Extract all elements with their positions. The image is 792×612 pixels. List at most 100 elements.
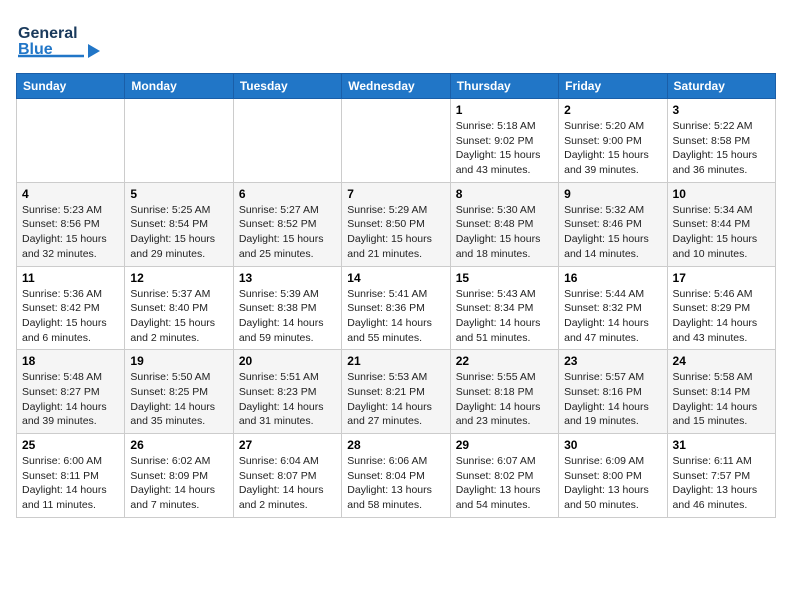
day-number: 11 [22,271,119,285]
day-info: Sunrise: 5:50 AM Sunset: 8:25 PM Dayligh… [130,370,227,429]
day-cell: 19 Sunrise: 5:50 AM Sunset: 8:25 PM Dayli… [125,350,233,434]
day-cell: 16Sunrise: 5:44 AM Sunset: 8:32 PM Dayli… [559,266,667,350]
day-number: 31 [673,438,770,452]
day-number: 19 [130,354,227,368]
day-cell: 9 Sunrise: 5:32 AM Sunset: 8:46 PM Daylig… [559,182,667,266]
header-cell-monday: Monday [125,74,233,99]
calendar-body: 1 Sunrise: 5:18 AM Sunset: 9:02 PM Daylig… [17,99,776,518]
day-info: Sunrise: 5:32 AM Sunset: 8:46 PM Dayligh… [564,203,661,262]
day-cell: 20 Sunrise: 5:51 AM Sunset: 8:23 PM Dayli… [233,350,341,434]
day-info: Sunrise: 6:02 AM Sunset: 8:09 PM Dayligh… [130,454,227,513]
day-number: 21 [347,354,444,368]
day-cell: 24 Sunrise: 5:58 AM Sunset: 8:14 PM Dayli… [667,350,775,434]
day-number: 4 [22,187,119,201]
week-row-4: 18 Sunrise: 5:48 AM Sunset: 8:27 PM Dayli… [17,350,776,434]
day-number: 15 [456,271,553,285]
header-row: SundayMondayTuesdayWednesdayThursdayFrid… [17,74,776,99]
week-row-5: 25 Sunrise: 6:00 AM Sunset: 8:11 PM Dayli… [17,434,776,518]
calendar-table: SundayMondayTuesdayWednesdayThursdayFrid… [16,73,776,518]
day-info: Sunrise: 5:43 AM Sunset: 8:34 PM Dayligh… [456,287,553,346]
day-number: 20 [239,354,336,368]
day-cell: 30 Sunrise: 6:09 AM Sunset: 8:00 PM Dayli… [559,434,667,518]
day-cell: 23 Sunrise: 5:57 AM Sunset: 8:16 PM Dayli… [559,350,667,434]
day-info: Sunrise: 6:06 AM Sunset: 8:04 PM Dayligh… [347,454,444,513]
header-cell-saturday: Saturday [667,74,775,99]
header-cell-thursday: Thursday [450,74,558,99]
day-number: 13 [239,271,336,285]
svg-text:General: General [18,25,78,42]
day-cell: 7 Sunrise: 5:29 AM Sunset: 8:50 PM Daylig… [342,182,450,266]
day-info: Sunrise: 5:51 AM Sunset: 8:23 PM Dayligh… [239,370,336,429]
calendar-header: SundayMondayTuesdayWednesdayThursdayFrid… [17,74,776,99]
day-cell: 27 Sunrise: 6:04 AM Sunset: 8:07 PM Dayli… [233,434,341,518]
day-info: Sunrise: 6:11 AM Sunset: 7:57 PM Dayligh… [673,454,770,513]
logo-svg: General Blue [16,16,106,60]
day-number: 23 [564,354,661,368]
day-cell: 21Sunrise: 5:53 AM Sunset: 8:21 PM Dayli… [342,350,450,434]
day-info: Sunrise: 5:25 AM Sunset: 8:54 PM Dayligh… [130,203,227,262]
day-number: 30 [564,438,661,452]
day-info: Sunrise: 6:04 AM Sunset: 8:07 PM Dayligh… [239,454,336,513]
day-cell: 28 Sunrise: 6:06 AM Sunset: 8:04 PM Dayli… [342,434,450,518]
day-cell: 6 Sunrise: 5:27 AM Sunset: 8:52 PM Daylig… [233,182,341,266]
day-number: 1 [456,103,553,117]
day-cell: 5 Sunrise: 5:25 AM Sunset: 8:54 PM Daylig… [125,182,233,266]
day-number: 2 [564,103,661,117]
day-number: 7 [347,187,444,201]
day-cell: 12 Sunrise: 5:37 AM Sunset: 8:40 PM Dayli… [125,266,233,350]
day-info: Sunrise: 5:48 AM Sunset: 8:27 PM Dayligh… [22,370,119,429]
day-cell [125,99,233,183]
week-row-2: 4 Sunrise: 5:23 AM Sunset: 8:56 PM Daylig… [17,182,776,266]
day-info: Sunrise: 5:23 AM Sunset: 8:56 PM Dayligh… [22,203,119,262]
page-header: General Blue [16,16,776,65]
day-info: Sunrise: 6:09 AM Sunset: 8:00 PM Dayligh… [564,454,661,513]
day-cell: 25 Sunrise: 6:00 AM Sunset: 8:11 PM Dayli… [17,434,125,518]
day-number: 14 [347,271,444,285]
day-cell: 29Sunrise: 6:07 AM Sunset: 8:02 PM Dayli… [450,434,558,518]
day-number: 6 [239,187,336,201]
day-cell: 4 Sunrise: 5:23 AM Sunset: 8:56 PM Daylig… [17,182,125,266]
day-number: 12 [130,271,227,285]
day-info: Sunrise: 5:37 AM Sunset: 8:40 PM Dayligh… [130,287,227,346]
day-number: 27 [239,438,336,452]
day-cell [17,99,125,183]
day-info: Sunrise: 5:41 AM Sunset: 8:36 PM Dayligh… [347,287,444,346]
day-number: 26 [130,438,227,452]
day-info: Sunrise: 5:44 AM Sunset: 8:32 PM Dayligh… [564,287,661,346]
day-cell: 1 Sunrise: 5:18 AM Sunset: 9:02 PM Daylig… [450,99,558,183]
header-cell-wednesday: Wednesday [342,74,450,99]
day-number: 29 [456,438,553,452]
day-number: 8 [456,187,553,201]
day-info: Sunrise: 5:20 AM Sunset: 9:00 PM Dayligh… [564,119,661,178]
day-number: 9 [564,187,661,201]
day-info: Sunrise: 5:27 AM Sunset: 8:52 PM Dayligh… [239,203,336,262]
header-cell-tuesday: Tuesday [233,74,341,99]
day-info: Sunrise: 5:18 AM Sunset: 9:02 PM Dayligh… [456,119,553,178]
day-number: 3 [673,103,770,117]
logo: General Blue [16,16,106,65]
header-cell-friday: Friday [559,74,667,99]
day-number: 28 [347,438,444,452]
day-info: Sunrise: 5:30 AM Sunset: 8:48 PM Dayligh… [456,203,553,262]
day-info: Sunrise: 5:46 AM Sunset: 8:29 PM Dayligh… [673,287,770,346]
day-number: 5 [130,187,227,201]
day-cell: 18 Sunrise: 5:48 AM Sunset: 8:27 PM Dayli… [17,350,125,434]
day-cell: 17 Sunrise: 5:46 AM Sunset: 8:29 PM Dayli… [667,266,775,350]
day-cell: 14 Sunrise: 5:41 AM Sunset: 8:36 PM Dayli… [342,266,450,350]
day-number: 24 [673,354,770,368]
day-cell [233,99,341,183]
day-number: 17 [673,271,770,285]
day-info: Sunrise: 5:58 AM Sunset: 8:14 PM Dayligh… [673,370,770,429]
day-info: Sunrise: 5:34 AM Sunset: 8:44 PM Dayligh… [673,203,770,262]
day-info: Sunrise: 5:29 AM Sunset: 8:50 PM Dayligh… [347,203,444,262]
header-cell-sunday: Sunday [17,74,125,99]
day-cell: 2 Sunrise: 5:20 AM Sunset: 9:00 PM Daylig… [559,99,667,183]
day-info: Sunrise: 5:57 AM Sunset: 8:16 PM Dayligh… [564,370,661,429]
day-cell: 15 Sunrise: 5:43 AM Sunset: 8:34 PM Dayli… [450,266,558,350]
day-number: 25 [22,438,119,452]
day-number: 18 [22,354,119,368]
day-cell: 26 Sunrise: 6:02 AM Sunset: 8:09 PM Dayli… [125,434,233,518]
day-info: Sunrise: 6:00 AM Sunset: 8:11 PM Dayligh… [22,454,119,513]
day-cell: 31 Sunrise: 6:11 AM Sunset: 7:57 PM Dayli… [667,434,775,518]
week-row-3: 11Sunrise: 5:36 AM Sunset: 8:42 PM Dayli… [17,266,776,350]
